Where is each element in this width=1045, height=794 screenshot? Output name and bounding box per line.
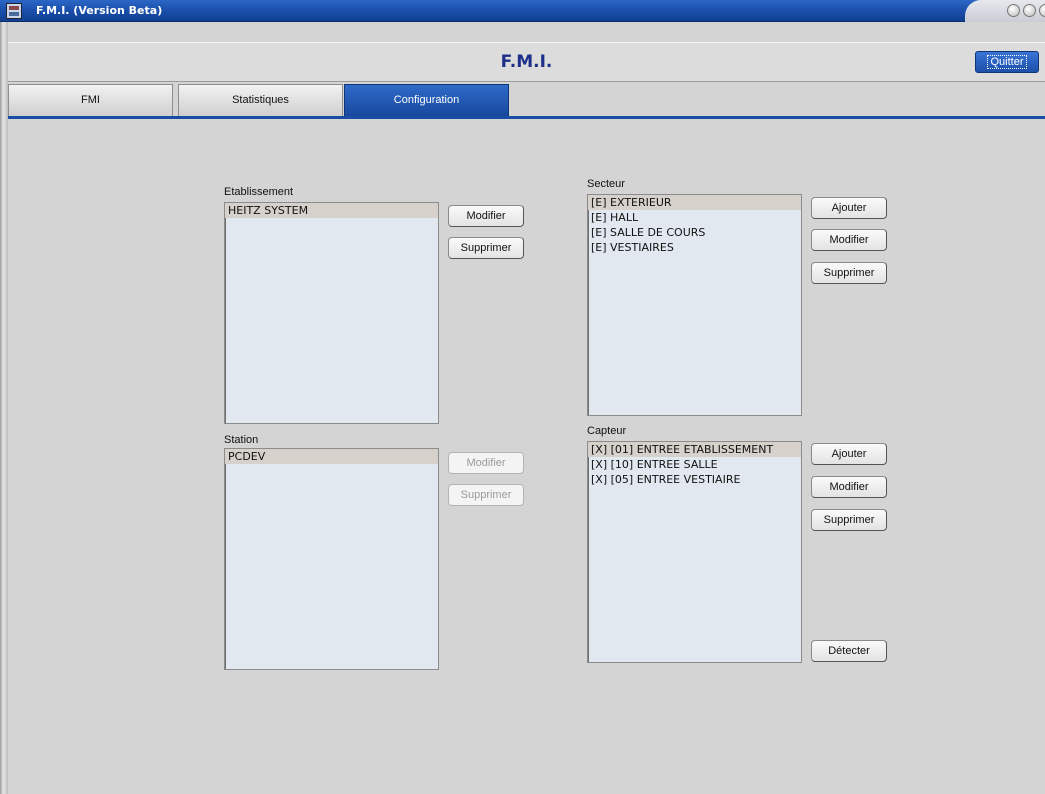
station-label: Station [224,434,259,446]
capteur-detect-button[interactable]: Détecter [811,640,887,662]
list-item[interactable]: HEITZ SYSTEM [225,203,438,218]
page-title: F.M.I. [500,52,553,72]
title-bar[interactable]: F.M.I. (Version Beta) [0,0,1045,22]
list-item[interactable]: [X] [10] ENTREE SALLE [588,457,801,472]
capteur-list[interactable]: [X] [01] ENTREE ETABLISSEMENT [X] [10] E… [587,441,802,663]
maximize-icon[interactable] [1023,4,1036,17]
station-modify-button[interactable]: Modifier [448,452,524,474]
secteur-delete-button[interactable]: Supprimer [811,262,887,284]
list-item[interactable]: [E] VESTIAIRES [588,240,801,255]
tab-underline [8,116,1045,119]
list-item[interactable]: [X] [05] ENTREE VESTIAIRE [588,472,801,487]
tab-bar: FMI Statistiques Configuration [8,84,1045,116]
window-controls [965,0,1045,22]
capteur-modify-button[interactable]: Modifier [811,476,887,498]
tab-fmi[interactable]: FMI [8,84,173,116]
list-item[interactable]: [E] HALL [588,210,801,225]
quit-button[interactable]: Quitter [975,51,1039,73]
secteur-modify-button[interactable]: Modifier [811,229,887,251]
capteur-delete-button[interactable]: Supprimer [811,509,887,531]
etablissement-delete-button[interactable]: Supprimer [448,237,524,259]
capteur-add-button[interactable]: Ajouter [811,443,887,465]
app-header: F.M.I. Quitter [8,42,1045,82]
capteur-label: Capteur [587,425,627,437]
window-left-border [0,22,8,794]
minimize-icon[interactable] [1007,4,1020,17]
etablissement-label: Etablissement [224,186,294,198]
secteur-list[interactable]: [E] EXTERIEUR [E] HALL [E] SALLE DE COUR… [587,194,802,416]
etablissement-list[interactable]: HEITZ SYSTEM [224,202,439,424]
station-delete-button[interactable]: Supprimer [448,484,524,506]
app-icon[interactable] [6,3,22,19]
tab-statistiques[interactable]: Statistiques [178,84,343,116]
quit-button-label: Quitter [987,55,1027,69]
list-item[interactable]: [E] SALLE DE COURS [588,225,801,240]
station-list[interactable]: PCDEV [224,448,439,670]
app-window: F.M.I. (Version Beta) F.M.I. Quitter FMI… [0,0,1045,794]
tab-configuration[interactable]: Configuration [344,84,509,116]
etablissement-modify-button[interactable]: Modifier [448,205,524,227]
secteur-label: Secteur [587,178,625,190]
secteur-add-button[interactable]: Ajouter [811,197,887,219]
list-item[interactable]: PCDEV [225,449,438,464]
window-title: F.M.I. (Version Beta) [36,4,163,17]
list-item[interactable]: [X] [01] ENTREE ETABLISSEMENT [588,442,801,457]
close-icon[interactable] [1039,4,1045,17]
list-item[interactable]: [E] EXTERIEUR [588,195,801,210]
